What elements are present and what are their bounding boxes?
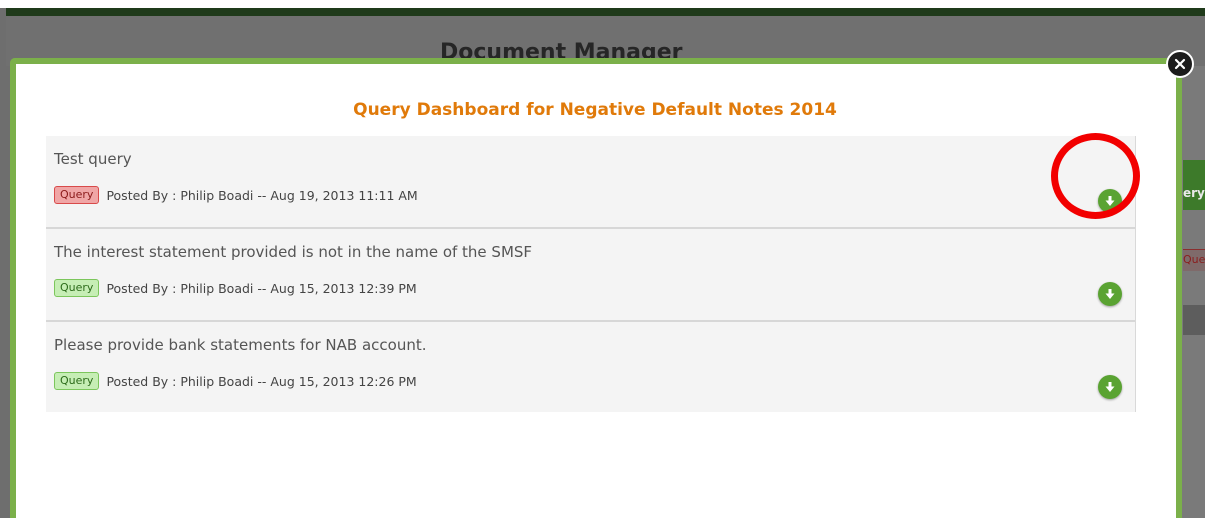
posted-by: Posted By : Philip Boadi -- Aug 19, 2013… <box>106 187 418 203</box>
background-band <box>1183 305 1205 335</box>
top-nav-bar <box>6 8 1205 16</box>
query-badge: Query <box>54 186 100 204</box>
background-query-tab: ery <box>1183 160 1205 210</box>
query-list: Test query Query Posted By : Philip Boad… <box>46 136 1136 412</box>
download-button[interactable] <box>1098 375 1122 399</box>
download-arrow-icon <box>1105 289 1115 299</box>
query-badge: Query <box>54 372 100 390</box>
query-meta: Query Posted By : Philip Boadi -- Aug 15… <box>54 279 417 297</box>
query-dashboard-modal: Query Dashboard for Negative Default Not… <box>10 58 1182 518</box>
background-right-panel <box>1180 66 1205 518</box>
download-button[interactable] <box>1098 282 1122 306</box>
query-text: Please provide bank statements for NAB a… <box>54 336 427 354</box>
close-icon <box>1174 58 1186 70</box>
modal-body: Query Dashboard for Negative Default Not… <box>24 72 1166 518</box>
posted-by: Posted By : Philip Boadi -- Aug 15, 2013… <box>106 280 417 296</box>
query-text: The interest statement provided is not i… <box>54 243 533 261</box>
query-meta: Query Posted By : Philip Boadi -- Aug 15… <box>54 372 417 390</box>
top-strip <box>0 0 1205 8</box>
query-item: Please provide bank statements for NAB a… <box>46 322 1135 412</box>
posted-by: Posted By : Philip Boadi -- Aug 15, 2013… <box>106 373 417 389</box>
background-query-badge: Que <box>1183 249 1205 271</box>
query-item: Test query Query Posted By : Philip Boad… <box>46 136 1135 229</box>
close-button[interactable] <box>1166 50 1194 78</box>
query-meta: Query Posted By : Philip Boadi -- Aug 19… <box>54 186 418 204</box>
query-badge: Query <box>54 279 100 297</box>
query-item: The interest statement provided is not i… <box>46 229 1135 322</box>
annotation-highlight-circle <box>1051 133 1140 219</box>
modal-title: Query Dashboard for Negative Default Not… <box>353 100 837 120</box>
query-text: Test query <box>54 150 132 168</box>
download-arrow-icon <box>1105 382 1115 392</box>
